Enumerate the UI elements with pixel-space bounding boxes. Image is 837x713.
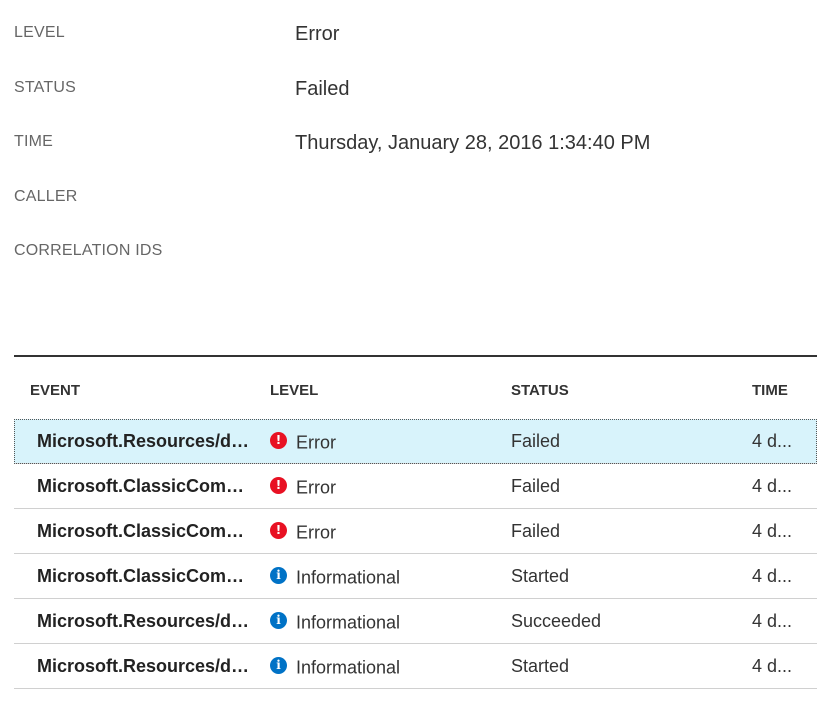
column-header-event[interactable]: EVENT xyxy=(30,382,80,399)
time-text: 4 d... xyxy=(752,476,793,496)
time-text: 4 d... xyxy=(752,431,793,451)
info-icon: i xyxy=(270,656,287,674)
status-text: Succeeded xyxy=(511,611,602,631)
events-table: EVENT LEVEL STATUS TIME Microsoft.Resour… xyxy=(14,355,817,689)
property-label: CORRELATION IDS xyxy=(14,242,163,259)
property-value: Thursday, January 28, 2016 1:34:40 PM xyxy=(295,132,651,154)
level-text: Informational xyxy=(296,612,401,633)
table-body: Microsoft.Resources/de...! Error Failed 4 d… xyxy=(14,419,817,689)
status-text: Failed xyxy=(511,476,561,496)
level-cell: i Informational xyxy=(270,644,490,688)
event-name: Microsoft.Resources/de... xyxy=(37,611,255,631)
table-row[interactable]: Microsoft.Resources/de...! Error Failed 4 d… xyxy=(14,419,817,464)
column-header-status[interactable]: STATUS xyxy=(511,382,569,399)
error-icon: ! xyxy=(270,521,287,539)
time-text: 4 d... xyxy=(752,521,793,541)
level-cell: i Informational xyxy=(270,599,490,643)
table-row[interactable]: Microsoft.ClassicComput...! Error Failed 4 … xyxy=(14,509,817,554)
property-label: TIME xyxy=(14,133,54,150)
level-cell: ! Error xyxy=(270,464,490,508)
event-name: Microsoft.Resources/de... xyxy=(37,431,255,451)
error-icon: ! xyxy=(270,476,287,494)
property-value: Failed xyxy=(295,78,350,100)
time-text: 4 d... xyxy=(752,656,793,676)
level-cell: i Informational xyxy=(270,554,490,598)
table-row[interactable]: Microsoft.ClassicComput... i Informational… xyxy=(14,554,817,599)
level-text: Informational xyxy=(296,567,401,588)
status-text: Started xyxy=(511,656,570,676)
level-text: Informational xyxy=(296,657,401,678)
level-text: Error xyxy=(296,522,336,543)
property-level: LEVEL Error xyxy=(14,23,834,54)
table-header: EVENT LEVEL STATUS TIME xyxy=(14,357,817,419)
level-cell: ! Error xyxy=(270,509,490,553)
property-correlation-ids: CORRELATION IDS xyxy=(14,242,834,272)
property-value: Error xyxy=(295,23,340,45)
error-icon: ! xyxy=(270,431,287,449)
level-text: Error xyxy=(296,432,336,453)
time-text: 4 d... xyxy=(752,566,793,586)
property-caller: CALLER xyxy=(14,188,834,218)
event-name: Microsoft.ClassicComput... xyxy=(37,521,255,541)
status-text: Failed xyxy=(511,521,561,541)
level-text: Error xyxy=(296,477,336,498)
status-text: Failed xyxy=(511,431,561,451)
property-label: LEVEL xyxy=(14,24,65,41)
event-name: Microsoft.Resources/de... xyxy=(37,656,255,676)
level-cell: ! Error xyxy=(270,419,490,463)
table-row[interactable]: Microsoft.Resources/de... i Informational S… xyxy=(14,599,817,644)
event-name: Microsoft.ClassicComput... xyxy=(37,566,255,586)
time-text: 4 d... xyxy=(752,611,793,631)
property-status: STATUS Failed xyxy=(14,78,834,109)
table-row[interactable]: Microsoft.ClassicComput...! Error Failed 4 … xyxy=(14,464,817,509)
column-header-level[interactable]: LEVEL xyxy=(270,382,318,399)
info-icon: i xyxy=(270,566,287,584)
column-header-time[interactable]: TIME xyxy=(752,382,788,399)
event-name: Microsoft.ClassicComput... xyxy=(37,476,255,496)
property-time: TIME Thursday, January 28, 2016 1:34:40 … xyxy=(14,132,834,163)
property-label: STATUS xyxy=(14,79,76,96)
property-label: CALLER xyxy=(14,188,78,205)
status-text: Started xyxy=(511,566,570,586)
info-icon: i xyxy=(270,611,287,629)
table-row[interactable]: Microsoft.Resources/de... i Informational S… xyxy=(14,644,817,689)
